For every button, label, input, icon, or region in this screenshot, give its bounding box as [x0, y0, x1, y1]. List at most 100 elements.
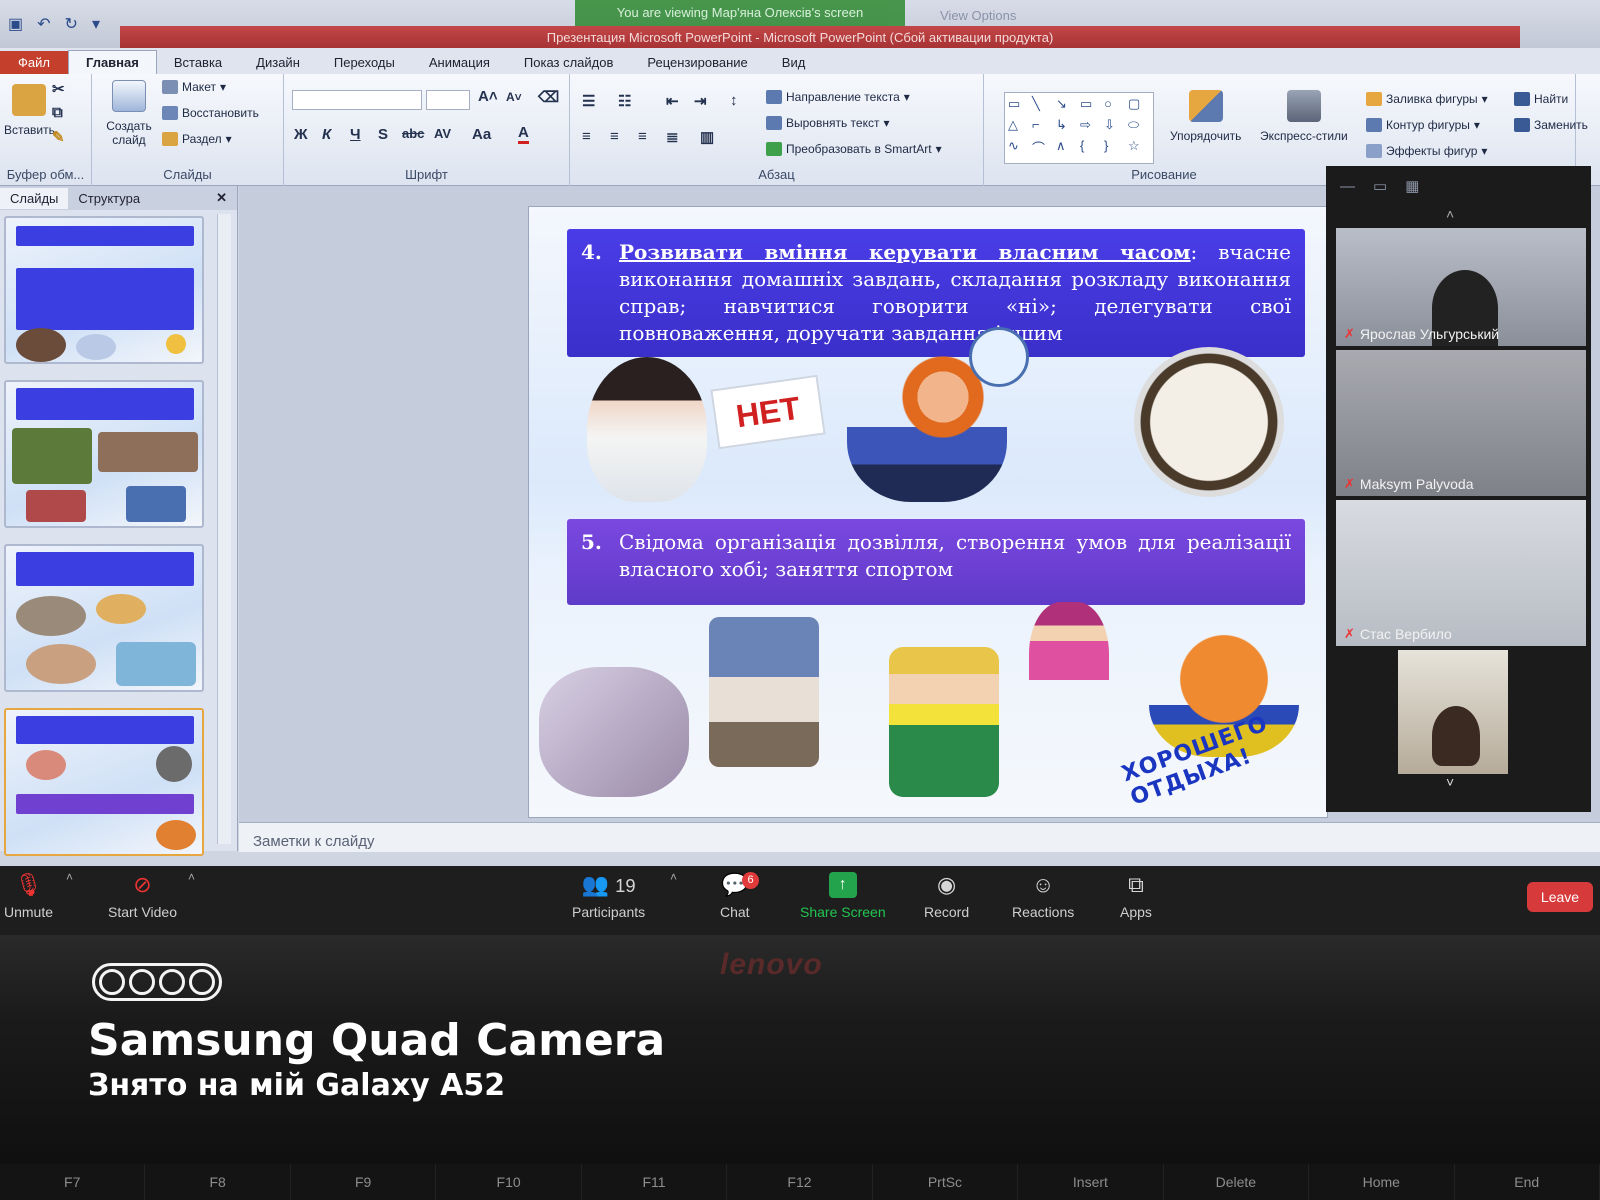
tab-view[interactable]: Вид [765, 51, 823, 74]
curve-shape-icon[interactable]: ∿ [1008, 138, 1030, 160]
arc-shape-icon[interactable]: ⌒ [1032, 138, 1054, 160]
char-spacing-button[interactable]: AV [434, 126, 451, 141]
strikethrough-button[interactable]: abc [402, 126, 424, 141]
scroll-down-icon[interactable]: ˅ [1446, 774, 1454, 790]
unmute-button[interactable]: 🎙 Unmute [4, 872, 53, 920]
tab-file[interactable]: Файл [0, 51, 68, 74]
video-tile[interactable]: ✗ Maksym Palyvoda [1336, 350, 1586, 496]
font-size-combo[interactable] [426, 90, 470, 110]
brace-right-shape-icon[interactable]: } [1104, 138, 1126, 160]
slide-thumbnail[interactable] [4, 380, 204, 528]
triangle-shape-icon[interactable]: △ [1008, 117, 1030, 136]
line-spacing-icon[interactable]: ↕ [730, 92, 738, 109]
grid-view-icon[interactable]: ▦ [1405, 177, 1419, 195]
slides-panel-scrollbar[interactable] [217, 214, 231, 844]
elbow-arrow-shape-icon[interactable]: ↳ [1056, 117, 1078, 136]
replace-button[interactable]: Заменить [1514, 118, 1588, 132]
record-button[interactable]: ◉ Record [924, 872, 969, 920]
video-tile[interactable]: ✗ Ярослав Ульгурський [1336, 228, 1586, 346]
speaker-view-icon[interactable]: ▭ [1373, 177, 1387, 195]
scroll-up-icon[interactable]: ˄ [1446, 206, 1454, 222]
arrow-shape-icon[interactable]: ↘ [1056, 96, 1078, 115]
bullets-icon[interactable]: ☰ [582, 92, 595, 110]
slide-thumbnail[interactable] [4, 544, 204, 692]
apps-button[interactable]: ⧉ Apps [1120, 872, 1152, 920]
tab-slideshow[interactable]: Показ слайдов [507, 51, 631, 74]
elbow-shape-icon[interactable]: ⌐ [1032, 117, 1054, 136]
tab-insert[interactable]: Вставка [157, 51, 239, 74]
text-direction-button[interactable]: Направление текста ▾ [766, 90, 910, 104]
notes-pane[interactable]: Заметки к слайду [239, 822, 1600, 852]
align-center-icon[interactable]: ≡ [610, 128, 619, 145]
tab-slides-panel[interactable]: Слайды [0, 187, 69, 209]
italic-button[interactable]: К [322, 126, 331, 143]
slide-thumbnail-selected[interactable] [4, 708, 204, 856]
rect-shape-icon[interactable]: ▭ [1080, 96, 1102, 115]
angle-shape-icon[interactable]: ∧ [1056, 138, 1078, 160]
align-right-icon[interactable]: ≡ [638, 128, 647, 145]
tab-transitions[interactable]: Переходы [317, 51, 412, 74]
new-slide-button[interactable]: Создать слайд [100, 80, 158, 147]
font-color-button[interactable]: A [518, 124, 529, 144]
textbox-shape-icon[interactable]: ▭ [1008, 96, 1030, 115]
leave-button[interactable]: Leave [1527, 882, 1593, 912]
current-slide[interactable]: 4. Розвивати вміння керувати власним час… [528, 206, 1328, 818]
minimize-icon[interactable]: — [1340, 178, 1355, 195]
tab-outline-panel[interactable]: Структура [68, 188, 150, 209]
find-button[interactable]: Найти [1514, 92, 1568, 106]
justify-icon[interactable]: ≣ [666, 128, 679, 146]
bold-button[interactable]: Ж [294, 126, 308, 143]
start-video-button[interactable]: ⊘ Start Video [108, 872, 177, 920]
grow-font-icon[interactable]: A˄ [478, 88, 498, 105]
shape-fill-button[interactable]: Заливка фигуры ▾ [1366, 92, 1488, 106]
smartart-button[interactable]: Преобразовать в SmartArt ▾ [766, 142, 942, 156]
shrink-font-icon[interactable]: A˅ [506, 90, 522, 104]
align-text-button[interactable]: Выровнять текст ▾ [766, 116, 890, 130]
tab-home[interactable]: Главная [67, 50, 157, 74]
font-name-combo[interactable] [292, 90, 422, 110]
shape-effects-button[interactable]: Эффекты фигур ▾ [1366, 144, 1487, 158]
tab-design[interactable]: Дизайн [239, 51, 317, 74]
brace-left-shape-icon[interactable]: { [1080, 138, 1102, 160]
audio-options-chevron-icon[interactable]: ˄ [66, 870, 73, 884]
tab-animations[interactable]: Анимация [412, 51, 507, 74]
rounded-shape-icon[interactable]: ⬭ [1128, 117, 1150, 136]
reactions-button[interactable]: ☺ Reactions [1012, 872, 1074, 920]
shadow-button[interactable]: S [378, 126, 388, 143]
format-painter-icon[interactable]: ✎ [52, 128, 65, 146]
increase-indent-icon[interactable]: ⇥ [694, 92, 707, 110]
cut-icon[interactable]: ✂ [52, 80, 65, 98]
star-shape-icon[interactable]: ☆ [1128, 138, 1150, 160]
arrange-button[interactable]: Упорядочить [1170, 90, 1241, 143]
layout-button[interactable]: Макет ▾ [162, 80, 226, 94]
video-options-chevron-icon[interactable]: ˄ [188, 870, 195, 884]
oval-shape-icon[interactable]: ○ [1104, 96, 1126, 115]
video-tile[interactable]: ✗ Стас Вербило [1336, 500, 1586, 646]
section-button[interactable]: Раздел ▾ [162, 132, 232, 146]
change-case-button[interactable]: Aa [472, 126, 491, 143]
align-left-icon[interactable]: ≡ [582, 128, 591, 145]
line-shape-icon[interactable]: ╲ [1032, 96, 1054, 115]
decrease-indent-icon[interactable]: ⇤ [666, 92, 679, 110]
paste-button[interactable]: Вставить [4, 84, 55, 137]
rounded-rect-shape-icon[interactable]: ▢ [1128, 96, 1150, 115]
numbering-icon[interactable]: ☷ [618, 92, 631, 110]
shape-outline-button[interactable]: Контур фигуры ▾ [1366, 118, 1480, 132]
slide-thumbnail[interactable] [4, 216, 204, 364]
self-video-tile[interactable] [1398, 650, 1508, 774]
quick-styles-button[interactable]: Экспресс-стили [1260, 90, 1348, 143]
participants-chevron-icon[interactable]: ˄ [670, 870, 677, 884]
share-screen-button[interactable]: ↑ Share Screen [800, 872, 886, 920]
tab-review[interactable]: Рецензирование [630, 51, 764, 74]
right-arrow-shape-icon[interactable]: ⇨ [1080, 117, 1102, 136]
participants-button[interactable]: 👥 19 Participants [572, 872, 645, 920]
view-options-button[interactable]: View Options [940, 8, 1016, 23]
underline-button[interactable]: Ч [350, 126, 361, 143]
close-panel-icon[interactable]: ✕ [216, 190, 227, 206]
shapes-gallery[interactable]: ▭ ╲ ↘ ▭ ○ ▢ △ ⌐ ↳ ⇨ ⇩ ⬭ ∿ ⌒ ∧{} ☆ [1004, 92, 1154, 164]
down-arrow-shape-icon[interactable]: ⇩ [1104, 117, 1126, 136]
chat-button[interactable]: 💬 6 Chat [720, 872, 759, 920]
clear-format-icon[interactable]: ⌫ [538, 88, 559, 106]
columns-icon[interactable]: ▥ [700, 128, 714, 146]
copy-icon[interactable]: ⧉ [52, 104, 63, 121]
